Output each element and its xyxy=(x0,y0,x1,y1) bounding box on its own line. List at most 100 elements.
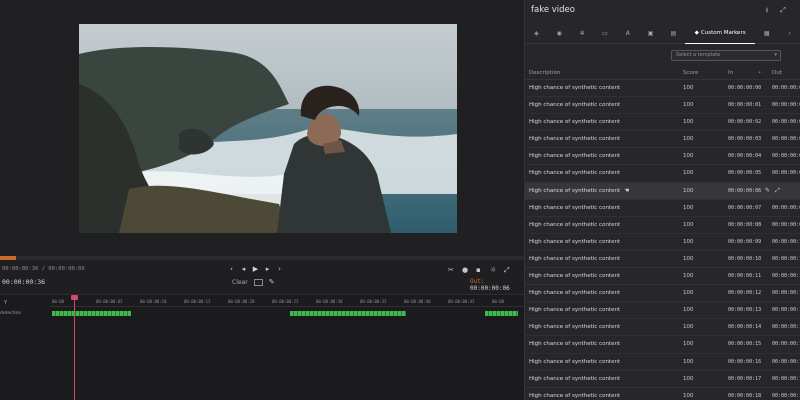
row-out-time: 00:00:00:1 xyxy=(772,255,800,262)
timeline-tick: 00:00:00:45 xyxy=(448,299,475,304)
face-icon[interactable]: ◉ xyxy=(548,24,571,44)
forward-icon[interactable]: ▸ xyxy=(264,265,271,273)
tab-custom-markers[interactable]: ◆ Custom Markers xyxy=(684,24,756,44)
row-description: High chance of synthetic content xyxy=(529,170,621,177)
row-in-time: 00:00:00:18 xyxy=(728,392,762,399)
row-description: High chance of synthetic content xyxy=(529,307,621,314)
fullscreen-icon[interactable]: ⤢ xyxy=(779,6,787,14)
row-in-time: 00:00:00:01 xyxy=(728,102,762,109)
row-description: High chance of synthetic content xyxy=(529,392,621,399)
timeline[interactable]: Y 00:00 00:00:00:05 00:00:00:10 00:00:00:15… xyxy=(0,294,524,400)
table-row[interactable]: High chance of synthetic content 100 00:00… xyxy=(525,148,800,166)
row-score: 100 xyxy=(683,341,694,348)
rewind-icon[interactable]: ◂ xyxy=(240,265,247,273)
table-row[interactable]: High chance of synthetic content 100 00:00… xyxy=(525,217,800,234)
expand-icon[interactable]: ⤢ xyxy=(504,266,512,274)
table-row[interactable]: High chance of synthetic content 100 00:00… xyxy=(525,131,800,149)
playhead[interactable] xyxy=(74,295,75,400)
edit-icon[interactable]: ✎ xyxy=(765,187,770,195)
overflow-icon[interactable]: › xyxy=(778,24,800,44)
playhead-handle[interactable] xyxy=(71,295,78,300)
row-actions: ✎ ⤢ xyxy=(765,187,780,195)
row-description: High chance of synthetic content xyxy=(529,221,621,228)
row-in-time: 00:00:00:06 xyxy=(728,187,762,194)
table-row[interactable]: High chance of synthetic content 100 00:00… xyxy=(525,251,800,269)
table-row[interactable]: High chance of synthetic content 100 00:00… xyxy=(525,302,800,320)
video-preview[interactable] xyxy=(79,24,457,233)
expand-icon[interactable]: ⤢ xyxy=(775,187,780,195)
row-score: 100 xyxy=(683,238,694,245)
table-row[interactable]: High chance of synthetic content 100 00:00… xyxy=(525,319,800,337)
row-out-time: 00:00:00:0 xyxy=(772,136,800,143)
skip-forward-icon[interactable]: › xyxy=(276,265,283,273)
row-description: High chance of synthetic content xyxy=(529,341,621,348)
table-row[interactable]: High chance of synthetic content 100 00:00… xyxy=(525,371,800,388)
table-row[interactable]: High chance of synthetic content 100 00:00… xyxy=(525,354,800,371)
table-row[interactable]: High chance of synthetic content 100 00:00… xyxy=(525,97,800,115)
marker-segment[interactable] xyxy=(289,311,407,316)
row-description: High chance of synthetic content xyxy=(529,85,621,91)
row-in-time: 00:00:00:14 xyxy=(728,324,762,331)
clear-button[interactable]: Clear xyxy=(232,279,248,286)
table-row[interactable]: High chance of synthetic content 100 00:00… xyxy=(525,200,800,217)
row-out-time: 00:00:00:0 xyxy=(772,204,800,211)
timeline-tick: 00:00:00:15 xyxy=(184,299,211,304)
range-icon[interactable] xyxy=(253,278,263,286)
table-row[interactable]: High chance of synthetic content 100 00:00… xyxy=(525,80,800,98)
translate-icon[interactable]: A xyxy=(616,24,639,44)
col-description[interactable]: Description xyxy=(529,70,560,76)
gear-icon[interactable]: ✲ xyxy=(571,24,594,44)
table-row[interactable]: High chance of synthetic content 100 00:00… xyxy=(525,165,800,183)
row-in-time: 00:00:00:15 xyxy=(728,341,762,348)
col-score[interactable]: Score xyxy=(683,70,698,76)
row-in-time: 00:00:00:11 xyxy=(728,273,762,280)
table-row[interactable]: High chance of synthetic content 100 00:00… xyxy=(525,336,800,354)
row-description: High chance of synthetic content xyxy=(529,290,621,297)
row-out-time: 00:00:00:0 xyxy=(772,153,800,160)
col-out[interactable]: Out xyxy=(772,70,782,76)
settings-icon[interactable]: ☼ xyxy=(490,266,498,274)
table-row[interactable]: High chance of synthetic content 100 00:00… xyxy=(525,114,800,132)
cut-icon[interactable]: ✂ xyxy=(448,266,456,274)
download-icon[interactable]: ⭳ xyxy=(763,6,771,14)
marker-segment[interactable] xyxy=(52,311,132,316)
row-description: High chance of synthetic content xyxy=(529,102,621,109)
scrub-bar[interactable] xyxy=(0,256,524,260)
sort-icon[interactable]: • xyxy=(758,70,761,76)
comment-icon[interactable]: ▪ xyxy=(476,266,484,274)
template-select[interactable]: Select a template ▾ xyxy=(671,50,781,61)
row-in-time: 00:00:00:02 xyxy=(728,119,762,126)
timeline-tick: 00:00:00:20 xyxy=(228,299,255,304)
row-score: 100 xyxy=(683,204,694,211)
row-in-time: 00:00:00:07 xyxy=(728,204,762,211)
list-icon[interactable]: ▤ xyxy=(662,24,685,44)
pencil-icon[interactable]: ✎ xyxy=(269,278,277,286)
row-in-time: 00:00:00:12 xyxy=(728,290,762,297)
shield-icon[interactable]: ◈ xyxy=(525,24,548,44)
row-score: 100 xyxy=(683,273,694,280)
lock-icon[interactable]: ▣ xyxy=(639,24,662,44)
tool-icons: ✂ ● ▪ ☼ ⤢ xyxy=(448,266,512,274)
table-row[interactable]: High chance of synthetic content 100 00:00… xyxy=(525,182,800,200)
play-icon[interactable]: ▶ xyxy=(252,265,259,273)
row-out-time: 00:00:00:1 xyxy=(772,375,800,382)
pin-icon[interactable]: ● xyxy=(462,266,470,274)
skip-back-icon[interactable]: ‹ xyxy=(228,265,235,273)
timeline-ruler[interactable]: 00:00 00:00:00:05 00:00:00:10 00:00:00:15 00… xyxy=(50,297,524,307)
timeline-tick: 00:00:00:25 xyxy=(272,299,299,304)
table-row[interactable]: High chance of synthetic content 100 00:00… xyxy=(525,388,800,400)
row-score: 100 xyxy=(683,221,694,228)
marker-segment[interactable] xyxy=(485,311,518,316)
out-time: Out: 00:00:00:06 xyxy=(470,278,524,292)
row-in-time: 00:00:00:17 xyxy=(728,375,762,382)
table-row[interactable]: High chance of synthetic content 100 00:00… xyxy=(525,285,800,303)
image-icon[interactable]: ▦ xyxy=(755,24,778,44)
table-row[interactable]: High chance of synthetic content 100 00:00… xyxy=(525,268,800,286)
comment-icon[interactable]: ▭ xyxy=(594,24,617,44)
row-out-time: 00:00:00:1 xyxy=(772,238,800,245)
col-in[interactable]: In xyxy=(728,70,733,76)
row-score: 100 xyxy=(683,170,694,177)
template-select-value: Select a template xyxy=(676,52,721,58)
row-out-time: 00:00:00:1 xyxy=(772,392,800,399)
table-row[interactable]: High chance of synthetic content 100 00:00… xyxy=(525,234,800,251)
